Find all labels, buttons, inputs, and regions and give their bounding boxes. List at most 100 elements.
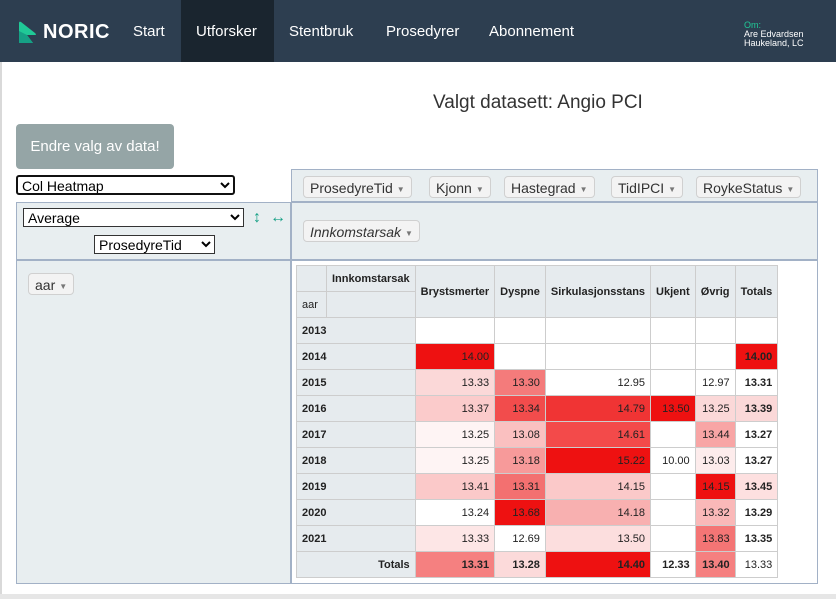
heatmap-cell: 13.31 [494,473,546,500]
col-header[interactable]: Brystsmerter [414,265,496,318]
row-total-cell: 13.45 [734,473,779,500]
nav-abonnement[interactable]: Abonnement [474,0,589,62]
attr-pill-label: Hastegrad [511,180,576,196]
row-total-cell: 13.39 [734,395,779,422]
heatmap-cell [694,343,736,370]
heatmap-cell [494,317,546,344]
attr-pill-label: Kjonn [436,180,472,196]
attr-pill-label: RoykeStatus [703,180,783,196]
attr-pill-label: ProsedyreTid [310,180,393,196]
heatmap-cell: 13.25 [414,447,496,474]
row-label[interactable]: 2019 [296,473,416,500]
col-total-cell: 13.31 [414,551,496,578]
attr-pill-hastegrad[interactable]: Hastegrad ▼ [504,176,595,198]
heatmap-cell: 14.79 [544,395,652,422]
heatmap-cell: 13.08 [494,421,546,448]
nav-prosedyrer[interactable]: Prosedyrer [371,0,474,62]
dropdown-triangle-icon[interactable]: ▼ [786,185,794,194]
heatmap-cell: 14.18 [544,499,652,526]
col-header[interactable]: Øvrig [694,265,736,318]
heatmap-cell [544,317,652,344]
heatmap-cell: 13.50 [650,395,696,422]
user-org: Haukeland, LC [744,38,804,48]
col-attr-header: Innkomstarsak [326,265,416,292]
totals-row-label: Totals [296,551,416,578]
table-row: 2016 13.37 13.34 14.79 13.50 13.25 13.39 [296,395,779,422]
dropdown-triangle-icon[interactable]: ▼ [476,185,484,194]
dropdown-triangle-icon[interactable]: ▼ [668,185,676,194]
table-row: 2019 13.41 13.31 14.15 14.15 13.45 [296,473,779,500]
row-label[interactable]: 2018 [296,447,416,474]
heatmap-cell: 12.69 [494,525,546,552]
attr-pill-prosedyretid[interactable]: ProsedyreTid ▼ [303,176,412,198]
attr-pill-label: Innkomstarsak [310,224,402,240]
pivot-body: 2013 2014 14.00 14.00 2015 13.33 13.30 12.95 12.… [296,317,779,578]
heatmap-cell [650,421,696,448]
vertical-arrows-icon[interactable]: ↕ [253,210,261,226]
heatmap-cell: 13.41 [414,473,496,500]
row-label[interactable]: 2021 [296,525,416,552]
nav-start[interactable]: Start [118,0,180,62]
left-border [0,62,2,594]
col-attr-pill-innkomstarsak[interactable]: Innkomstarsak ▼ [303,220,420,242]
row-total-cell: 13.35 [734,525,779,552]
heatmap-cell [494,343,546,370]
col-total-cell: 13.33 [734,551,779,578]
heatmap-cell: 15.22 [544,447,652,474]
heatmap-cell [650,317,696,344]
row-attributes-area: aar ▼ [16,260,291,584]
table-row: 2020 13.24 13.68 14.18 13.32 13.29 [296,499,779,526]
table-row: 2013 [296,317,779,344]
dropdown-triangle-icon[interactable]: ▼ [59,282,67,291]
row-total-cell: 13.27 [734,447,779,474]
heatmap-cell [694,317,736,344]
attr-pill-kjonn[interactable]: Kjonn ▼ [429,176,491,198]
dropdown-triangle-icon[interactable]: ▼ [405,229,413,238]
corner-cell [296,265,327,292]
heatmap-cell [650,525,696,552]
col-header[interactable]: Sirkulasjonsstans [544,265,652,318]
heatmap-cell [650,343,696,370]
aggregator-select[interactable]: Average [23,208,244,227]
heatmap-cell: 13.44 [694,421,736,448]
horizontal-arrows-icon[interactable]: ↔ [270,210,286,226]
heatmap-cell: 13.25 [694,395,736,422]
heatmap-cell: 13.03 [694,447,736,474]
heatmap-cell: 13.50 [544,525,652,552]
heatmap-cell: 13.34 [494,395,546,422]
aggregator-field-select[interactable]: ProsedyreTid [94,235,215,254]
row-label[interactable]: 2017 [296,421,416,448]
attr-pill-tidipci[interactable]: TidIPCI ▼ [611,176,684,198]
heatmap-cell: 13.25 [414,421,496,448]
table-row: 2018 13.25 13.18 15.22 10.00 13.03 13.27 [296,447,779,474]
row-label[interactable]: 2015 [296,369,416,396]
heatmap-cell: 10.00 [650,447,696,474]
col-header[interactable]: Ukjent [650,265,696,318]
heatmap-cell: 13.18 [494,447,546,474]
nav-stentbruk[interactable]: Stentbruk [274,0,368,62]
nav-utforsker[interactable]: Utforsker [181,0,274,62]
horizontal-scrollbar[interactable] [0,594,836,599]
table-row: 2015 13.33 13.30 12.95 12.97 13.31 [296,369,779,396]
col-total-cell: 13.28 [494,551,546,578]
heatmap-cell [650,473,696,500]
row-total-cell: 13.31 [734,369,779,396]
change-data-button[interactable]: Endre valg av data! [16,124,174,169]
heatmap-cell: 13.83 [694,525,736,552]
heatmap-cell: 13.32 [694,499,736,526]
attr-pill-roykestatus[interactable]: RoykeStatus ▼ [696,176,802,198]
row-label[interactable]: 2016 [296,395,416,422]
dropdown-triangle-icon[interactable]: ▼ [397,185,405,194]
dropdown-triangle-icon[interactable]: ▼ [580,185,588,194]
renderer-select[interactable]: Col Heatmap [16,175,235,195]
col-header[interactable]: Dyspne [494,265,546,318]
brand-logo-link[interactable]: NORIC [16,18,110,46]
row-label[interactable]: 2013 [296,317,416,344]
row-total-cell: 14.00 [734,343,779,370]
row-label[interactable]: 2020 [296,499,416,526]
row-total-cell: 13.27 [734,421,779,448]
heatmap-cell: 14.15 [544,473,652,500]
row-attr-pill-aar[interactable]: aar ▼ [28,273,75,295]
row-label[interactable]: 2014 [296,343,416,370]
dataset-title: Valgt datasett: Angio PCI [433,92,643,113]
